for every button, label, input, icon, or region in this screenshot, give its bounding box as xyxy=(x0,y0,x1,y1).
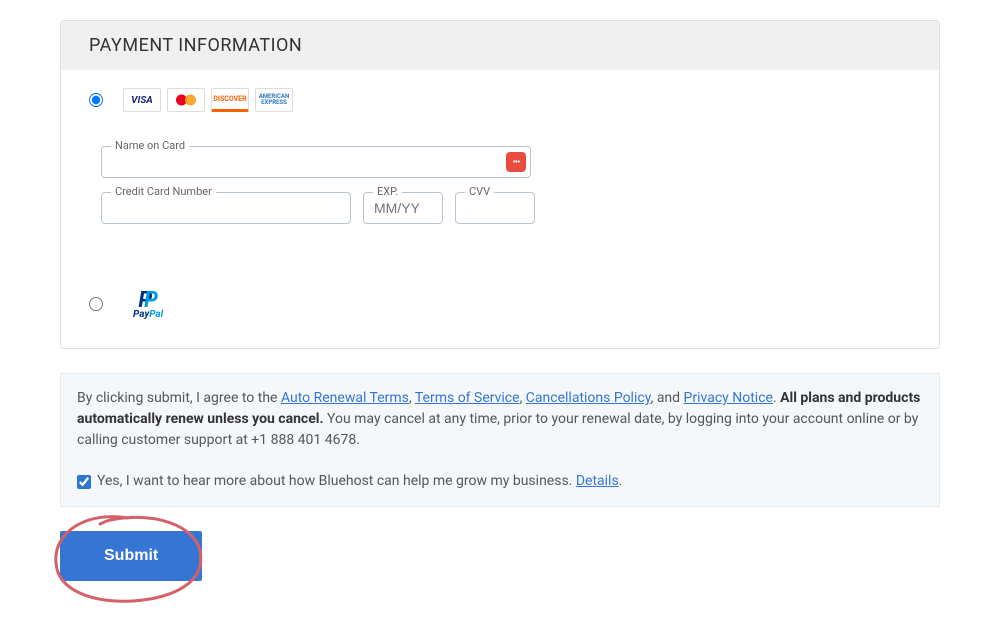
optin-row: Yes, I want to hear more about how Blueh… xyxy=(77,471,923,492)
panel-body: VISA DISCOVER AMERICAN EXPRESS Name on C… xyxy=(61,70,939,348)
terms-box: By clicking submit, I agree to the Auto … xyxy=(60,373,940,507)
terms-and: , and xyxy=(651,390,684,406)
discover-icon: DISCOVER xyxy=(211,88,249,112)
auto-renewal-link[interactable]: Auto Renewal Terms xyxy=(281,390,409,406)
paypal-radio[interactable] xyxy=(89,297,103,311)
panel-title: PAYMENT INFORMATION xyxy=(61,21,939,70)
paypal-method-row: PP PayPal xyxy=(89,288,911,320)
payment-panel: PAYMENT INFORMATION VISA DISCOVER AMERIC… xyxy=(60,20,940,349)
card-fields: Name on Card ••• Credit Card Number EXP.… xyxy=(89,122,911,238)
password-manager-icon[interactable]: ••• xyxy=(506,152,526,172)
exp-group: EXP. xyxy=(363,192,443,224)
name-on-card-label: Name on Card xyxy=(111,139,189,152)
credit-card-method-row: VISA DISCOVER AMERICAN EXPRESS xyxy=(89,88,911,112)
optin-details-link[interactable]: Details xyxy=(576,473,619,489)
cvv-group: CVV xyxy=(455,192,535,224)
cvv-label: CVV xyxy=(465,185,494,198)
amex-icon: AMERICAN EXPRESS xyxy=(255,88,293,112)
card-brand-icons: VISA DISCOVER AMERICAN EXPRESS xyxy=(123,88,293,112)
name-on-card-group: Name on Card ••• xyxy=(101,146,531,178)
cc-number-label: Credit Card Number xyxy=(111,185,216,198)
cancellations-link[interactable]: Cancellations Policy xyxy=(526,390,651,406)
paypal-icon: PP PayPal xyxy=(133,288,163,320)
visa-icon: VISA xyxy=(123,88,161,112)
privacy-link[interactable]: Privacy Notice xyxy=(684,390,773,406)
submit-wrap: Submit xyxy=(60,531,202,581)
tos-link[interactable]: Terms of Service xyxy=(415,390,520,406)
terms-prefix: By clicking submit, I agree to the xyxy=(77,390,281,406)
submit-button[interactable]: Submit xyxy=(60,531,202,581)
optin-text: Yes, I want to hear more about how Blueh… xyxy=(97,473,576,489)
exp-label: EXP. xyxy=(373,185,402,198)
mastercard-icon xyxy=(167,88,205,112)
card-details-row: Credit Card Number EXP. CVV xyxy=(101,192,911,238)
cc-number-group: Credit Card Number xyxy=(101,192,351,224)
optin-checkbox[interactable] xyxy=(77,475,91,489)
credit-card-radio[interactable] xyxy=(89,93,103,107)
